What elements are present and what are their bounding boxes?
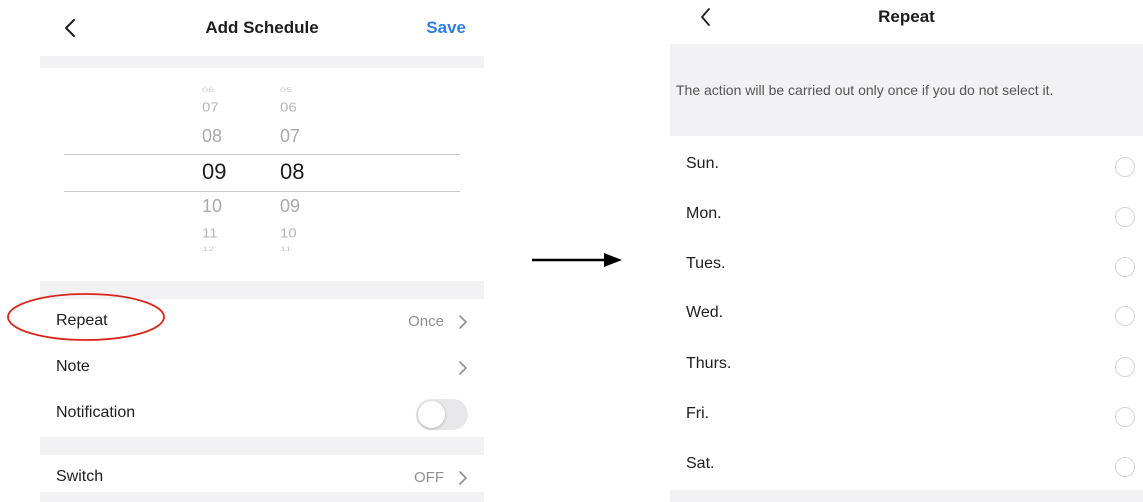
section-divider bbox=[40, 56, 484, 68]
minute-option: 11 bbox=[280, 245, 292, 253]
hour-wheel[interactable]: 06 07 08 09 10 11 12 bbox=[202, 70, 262, 280]
info-text: The action will be carried out only once… bbox=[676, 82, 1054, 98]
day-row-friday[interactable]: Fri. bbox=[670, 391, 1143, 441]
hour-option: 06 bbox=[202, 86, 215, 94]
minute-option: 07 bbox=[280, 126, 301, 146]
day-row-monday[interactable]: Mon. bbox=[670, 191, 1143, 241]
day-label: Sat. bbox=[686, 455, 715, 472]
minute-wheel[interactable]: 05 06 07 08 09 10 11 bbox=[280, 70, 340, 280]
day-row-sunday[interactable]: Sun. bbox=[670, 141, 1143, 191]
picker-selection-top-line bbox=[64, 154, 460, 155]
notification-label: Notification bbox=[56, 404, 136, 421]
day-radio[interactable] bbox=[1115, 207, 1135, 227]
note-label: Note bbox=[56, 358, 90, 375]
time-picker[interactable]: 06 07 08 09 10 11 12 05 06 07 08 09 10 1… bbox=[40, 70, 484, 280]
day-label: Wed. bbox=[686, 304, 724, 321]
section-divider bbox=[40, 437, 484, 455]
day-label: Tues. bbox=[686, 255, 726, 272]
highlight-ellipse bbox=[7, 293, 165, 341]
save-button[interactable]: Save bbox=[426, 18, 466, 38]
hour-option: 10 bbox=[202, 196, 223, 216]
day-label: Fri. bbox=[686, 405, 710, 422]
toggle-knob bbox=[418, 401, 445, 428]
switch-label: Switch bbox=[56, 468, 104, 485]
info-banner: The action will be carried out only once… bbox=[670, 44, 1143, 136]
repeat-screen: Repeat The action will be carried out on… bbox=[670, 0, 1143, 502]
day-label: Mon. bbox=[686, 205, 722, 222]
day-label: Sun. bbox=[686, 155, 719, 172]
day-radio[interactable] bbox=[1115, 457, 1135, 477]
add-schedule-screen: Add Schedule Save 06 07 08 09 10 11 12 0… bbox=[40, 0, 484, 502]
day-row-wednesday[interactable]: Wed. bbox=[670, 290, 1143, 340]
hour-option: 08 bbox=[202, 126, 223, 146]
day-label: Thurs. bbox=[686, 355, 732, 372]
day-row-saturday[interactable]: Sat. bbox=[670, 441, 1143, 491]
hour-option: 12 bbox=[202, 245, 215, 253]
day-row-tuesday[interactable]: Tues. bbox=[670, 241, 1143, 291]
selected-hour: 09 bbox=[202, 159, 227, 184]
section-divider bbox=[670, 490, 1143, 502]
page-title: Repeat bbox=[878, 7, 935, 26]
day-radio[interactable] bbox=[1115, 407, 1135, 427]
right-arrow-icon bbox=[532, 253, 622, 267]
note-row[interactable]: Note bbox=[40, 345, 484, 391]
tutorial-canvas: Add Schedule Save 06 07 08 09 10 11 12 0… bbox=[0, 0, 1143, 502]
minute-option: 10 bbox=[280, 226, 297, 241]
section-divider bbox=[40, 492, 484, 502]
page-title: Add Schedule bbox=[205, 18, 319, 37]
day-radio[interactable] bbox=[1115, 157, 1135, 177]
day-radio[interactable] bbox=[1115, 306, 1135, 326]
day-radio[interactable] bbox=[1115, 257, 1135, 277]
chevron-right-icon bbox=[459, 315, 467, 329]
switch-value: OFF bbox=[414, 469, 444, 486]
hour-option: 07 bbox=[202, 100, 219, 115]
repeat-value: Once bbox=[408, 313, 444, 330]
notification-toggle[interactable] bbox=[416, 399, 468, 430]
day-row-thursday[interactable]: Thurs. bbox=[670, 341, 1143, 391]
selected-minute: 08 bbox=[280, 159, 305, 184]
chevron-right-icon bbox=[459, 471, 467, 485]
day-radio[interactable] bbox=[1115, 357, 1135, 377]
notification-row: Notification bbox=[40, 391, 484, 437]
minute-option: 09 bbox=[280, 196, 301, 216]
minute-option: 06 bbox=[280, 100, 297, 115]
hour-option: 11 bbox=[202, 226, 218, 241]
navigation-bar: Add Schedule Save bbox=[40, 0, 484, 56]
chevron-right-icon bbox=[459, 361, 467, 375]
minute-option: 05 bbox=[280, 86, 293, 94]
navigation-bar: Repeat bbox=[670, 0, 1143, 44]
picker-selection-bottom-line bbox=[64, 191, 460, 192]
